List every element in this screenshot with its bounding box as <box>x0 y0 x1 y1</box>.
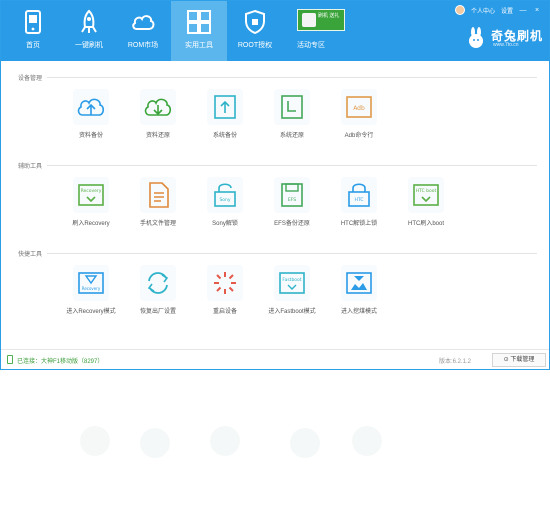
logo-url: www.7to.cn <box>493 42 519 48</box>
rabbit-logo-icon <box>469 27 483 48</box>
download-manager-button[interactable]: ⊙ 下载管理 <box>492 353 546 367</box>
section-divider <box>47 253 537 254</box>
svg-text:Fastboot: Fastboot <box>282 277 301 283</box>
download-mode-icon <box>341 265 377 301</box>
user-center-link[interactable]: 个人中心 <box>471 6 495 15</box>
tool-data-restore[interactable]: 资料还原 <box>126 89 190 141</box>
promo-banner[interactable]: 刷机 送礼 <box>297 9 345 31</box>
enter-recovery-icon: Recovery <box>73 265 109 301</box>
reflection <box>0 376 550 466</box>
reboot-icon <box>207 265 243 301</box>
recovery-flash-icon: Recovery <box>73 177 109 213</box>
nav-root[interactable]: ROOT授权 <box>229 1 281 61</box>
sony-unlock-icon: Sony <box>207 177 243 213</box>
htc-unlock-icon: HTC <box>341 177 377 213</box>
cloud-restore-icon <box>140 89 176 125</box>
tool-enter-recovery[interactable]: Recovery 进入Recovery模式 <box>59 265 123 317</box>
efs-backup-icon: EFS <box>274 177 310 213</box>
tool-file-manager[interactable]: 手机文件管理 <box>126 177 190 229</box>
nav-utility-tools[interactable]: 实用工具 <box>171 1 227 61</box>
tool-system-restore[interactable]: 系统还原 <box>260 89 324 141</box>
system-backup-icon <box>207 89 243 125</box>
tool-factory-reset[interactable]: 恢复出厂设置 <box>126 265 190 317</box>
version-label: 版本:6.2.1.2 <box>438 359 471 365</box>
nav-one-click-flash[interactable]: 一键刷机 <box>63 1 115 61</box>
svg-text:Recovery: Recovery <box>81 188 102 194</box>
top-navigation-bar: 首页 一键刷机 ROM市场 实用工具 ROOT授权 活动专区 刷机 送礼 个人中… <box>1 1 549 61</box>
app-logo: 奇兔刷机 www.7to.cn <box>465 25 543 53</box>
grid-icon <box>187 10 211 34</box>
tool-reboot[interactable]: 重启设备 <box>193 265 257 317</box>
tool-htc-unlock[interactable]: HTC HTC解锁上锁 <box>327 177 391 229</box>
user-area: 个人中心 设置 — × <box>454 4 541 16</box>
download-button-label: 下载管理 <box>510 357 535 363</box>
nav-label: 首页 <box>26 42 40 49</box>
app-window: 首页 一键刷机 ROM市场 实用工具 ROOT授权 活动专区 刷机 送礼 个人中… <box>0 0 550 370</box>
status-bar: 已连接：大神F1移动版（8297） 版本:6.2.1.2 ⊙ 下载管理 <box>1 349 549 369</box>
close-button[interactable]: × <box>533 7 541 14</box>
device-status: 已连接：大神F1移动版（8297） <box>17 359 104 365</box>
svg-text:Recovery: Recovery <box>82 286 101 291</box>
tool-label: 进入挖煤模式 <box>340 309 377 315</box>
phone-icon <box>7 355 13 364</box>
download-icon: ⊙ <box>503 357 509 363</box>
htc-boot-icon: HTC boot <box>408 177 444 213</box>
shield-icon <box>245 9 265 35</box>
fastboot-icon: Fastboot <box>274 265 310 301</box>
file-manager-icon <box>140 177 176 213</box>
avatar[interactable] <box>454 5 465 15</box>
svg-text:EFS: EFS <box>288 197 296 203</box>
svg-text:HTC: HTC <box>354 197 363 203</box>
tool-system-backup[interactable]: 系统备份 <box>193 89 257 141</box>
gift-icon <box>302 13 316 27</box>
cloud-upload-icon <box>73 89 109 125</box>
section-title-aux-tools: 辅助工具 <box>18 164 43 170</box>
home-icon <box>25 10 41 34</box>
section-title-quick-tools: 快捷工具 <box>18 252 43 258</box>
rocket-icon <box>81 9 97 33</box>
tool-flash-recovery[interactable]: Recovery 刷入Recovery <box>59 177 123 229</box>
nav-label: ROOT授权 <box>237 42 273 49</box>
tool-htc-boot[interactable]: HTC boot HTC刷入boot <box>394 177 458 229</box>
tool-label: HTC刷入boot <box>407 221 444 227</box>
svg-text:HTC boot: HTC boot <box>416 188 437 194</box>
tool-download-mode[interactable]: 进入挖煤模式 <box>327 265 391 317</box>
banner-text: 刷机 送礼 <box>318 13 340 19</box>
tool-sony-unlock[interactable]: Sony Sony解锁 <box>193 177 257 229</box>
cloud-icon <box>132 15 155 30</box>
system-restore-icon <box>274 89 310 125</box>
svg-text:Sony: Sony <box>219 197 230 203</box>
svg-text:Adb: Adb <box>353 105 365 112</box>
tool-adb-terminal[interactable]: Adb Adb命令行 <box>327 89 391 141</box>
tool-label: Adb命令行 <box>344 133 374 139</box>
factory-reset-icon <box>140 265 176 301</box>
nav-home[interactable]: 首页 <box>7 1 59 61</box>
section-title-device-management: 设备管理 <box>18 76 43 82</box>
minimize-button[interactable]: — <box>519 7 527 14</box>
section-divider <box>47 77 537 78</box>
adb-terminal-icon: Adb <box>341 89 377 125</box>
tool-efs-backup[interactable]: EFS EFS备份还原 <box>260 177 324 229</box>
nav-label: 活动专区 <box>297 42 325 49</box>
tool-fastboot[interactable]: Fastboot 进入Fastboot模式 <box>260 265 324 317</box>
settings-link[interactable]: 设置 <box>501 6 513 15</box>
nav-rom-market[interactable]: ROM市场 <box>117 1 169 61</box>
section-divider <box>47 165 537 166</box>
tool-data-backup[interactable]: 资料备份 <box>59 89 123 141</box>
